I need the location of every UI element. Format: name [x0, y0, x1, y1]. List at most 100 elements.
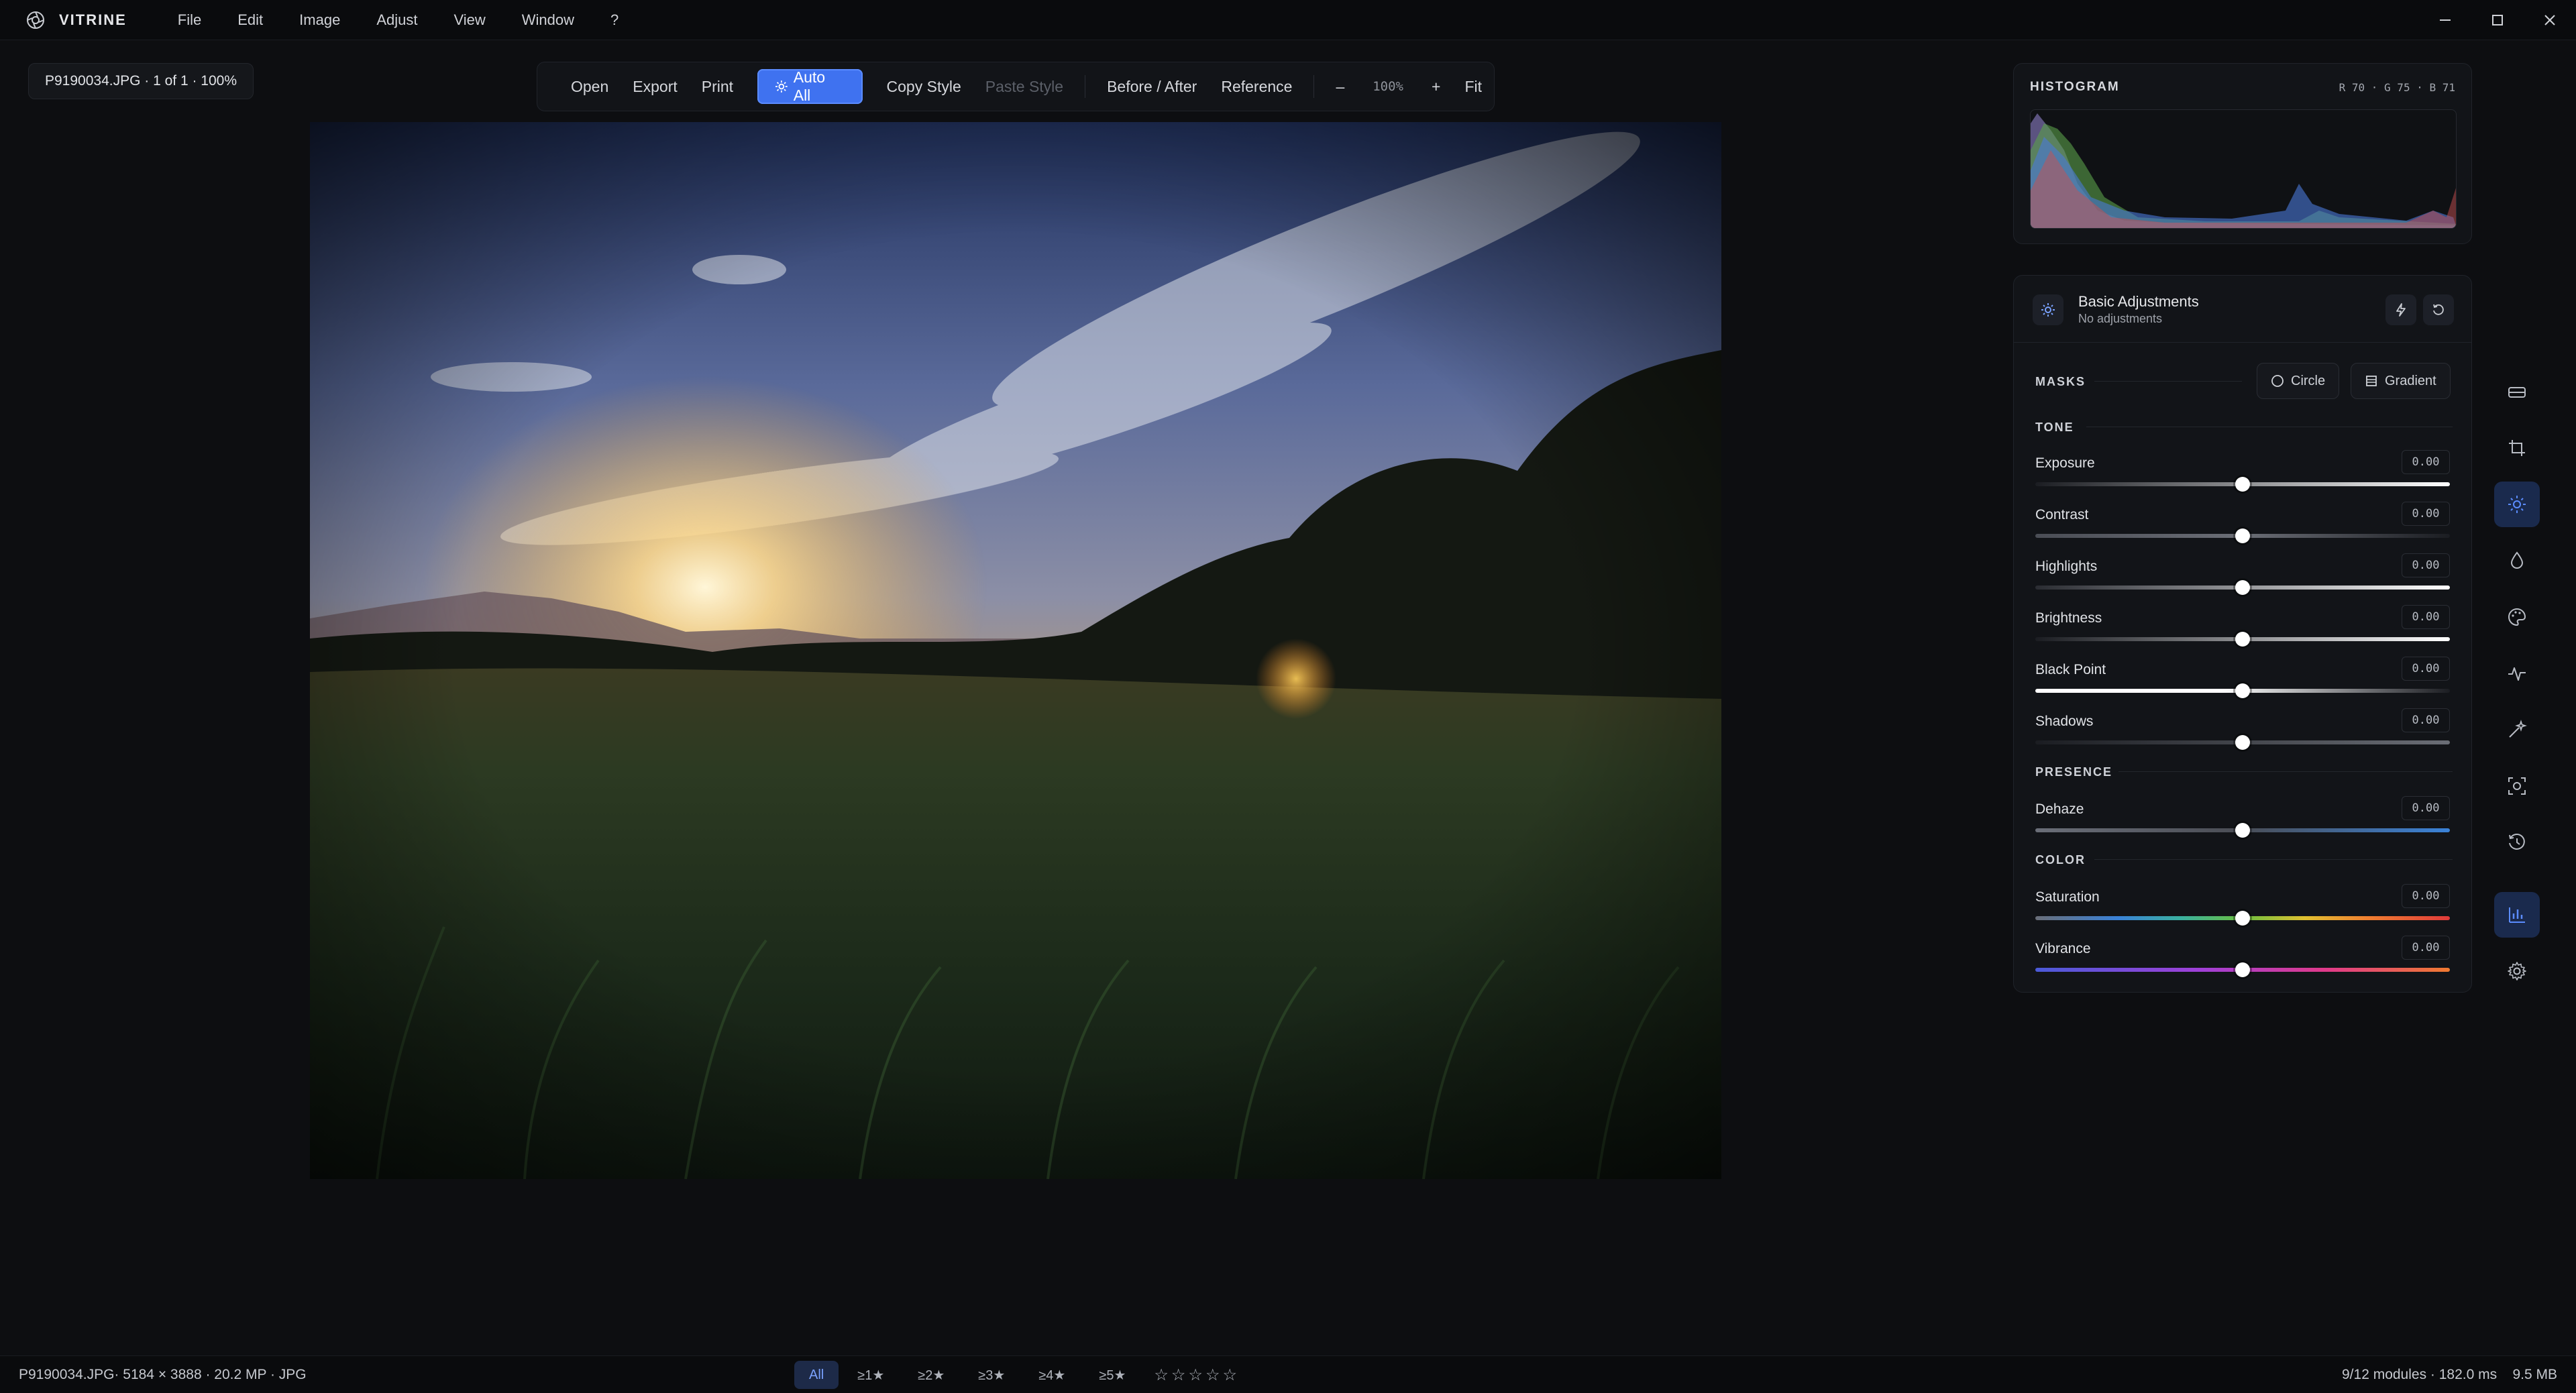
highlights-label: Highlights: [2035, 559, 2098, 574]
rail-history-button[interactable]: [2494, 820, 2540, 865]
filter-4-star[interactable]: ≥4★: [1024, 1361, 1080, 1389]
adjustments-subtitle: No adjustments: [2078, 312, 2163, 325]
exposure-value[interactable]: 0.00: [2402, 450, 2450, 474]
filter-3-star[interactable]: ≥3★: [963, 1361, 1020, 1389]
histogram-chart: [2031, 113, 2456, 228]
adjustments-header-icon: [2033, 294, 2063, 325]
exposure-thumb[interactable]: [2235, 477, 2250, 492]
photo-canvas[interactable]: [310, 122, 1721, 1179]
rail-histogram-button[interactable]: [2494, 892, 2540, 938]
shadows-thumb[interactable]: [2235, 735, 2250, 750]
rail-color-drop-button[interactable]: [2494, 538, 2540, 583]
zoom-out-button[interactable]: –: [1324, 78, 1356, 96]
black-point-thumb[interactable]: [2235, 683, 2250, 698]
masks-label: MASKS: [2035, 375, 2086, 388]
dehaze-thumb[interactable]: [2235, 823, 2250, 838]
mask-gradient-label: Gradient: [2385, 373, 2436, 388]
filter-all[interactable]: All: [794, 1361, 839, 1389]
rail-curves-button[interactable]: [2494, 651, 2540, 696]
menu-image[interactable]: Image: [299, 11, 340, 29]
slider-brightness: Brightness 0.00: [2035, 605, 2450, 663]
filter-1-star[interactable]: ≥1★: [843, 1361, 899, 1389]
circle-icon: [2271, 375, 2284, 387]
menu-file[interactable]: File: [178, 11, 201, 29]
contrast-thumb[interactable]: [2235, 528, 2250, 543]
menu-view[interactable]: View: [453, 11, 485, 29]
highlights-thumb[interactable]: [2235, 580, 2250, 595]
filter-5-star[interactable]: ≥5★: [1084, 1361, 1140, 1389]
close-button[interactable]: [2524, 0, 2576, 40]
menu-edit[interactable]: Edit: [237, 11, 263, 29]
rail-effects-button[interactable]: [2494, 707, 2540, 753]
shadows-value[interactable]: 0.00: [2402, 708, 2450, 732]
minimize-button[interactable]: [2419, 0, 2471, 40]
window-controls: [2419, 0, 2576, 40]
copy-style-button[interactable]: Copy Style: [875, 78, 973, 96]
mask-gradient-button[interactable]: Gradient: [2351, 363, 2451, 399]
contrast-value[interactable]: 0.00: [2402, 502, 2450, 526]
zoom-in-button[interactable]: +: [1419, 78, 1452, 96]
masks-divider: [2094, 381, 2242, 382]
black-point-value[interactable]: 0.00: [2402, 657, 2450, 681]
fit-button[interactable]: Fit: [1452, 78, 1494, 96]
rail-library-button[interactable]: [2494, 369, 2540, 414]
paste-style-button[interactable]: Paste Style: [973, 78, 1075, 96]
mask-circle-button[interactable]: Circle: [2257, 363, 2340, 399]
minimize-icon: [2440, 19, 2451, 21]
slider-black-point: Black Point 0.00: [2035, 657, 2450, 714]
saturation-thumb[interactable]: [2235, 911, 2250, 926]
rail-focus-button[interactable]: [2494, 763, 2540, 809]
section-presence: PRESENCE: [2035, 765, 2113, 779]
mask-circle-label: Circle: [2291, 373, 2326, 388]
filter-2-star[interactable]: ≥2★: [903, 1361, 959, 1389]
star-icon[interactable]: ☆: [1188, 1366, 1203, 1385]
highlights-value[interactable]: 0.00: [2402, 553, 2450, 577]
landscape-photo: [310, 122, 1721, 1179]
before-after-button[interactable]: Before / After: [1095, 78, 1209, 96]
presence-divider: [2118, 771, 2453, 772]
open-button[interactable]: Open: [559, 78, 621, 96]
rail-adjust-button[interactable]: [2494, 482, 2540, 527]
star-icon[interactable]: ☆: [1222, 1366, 1237, 1385]
brightness-thumb[interactable]: [2235, 632, 2250, 647]
auto-adjust-button[interactable]: [2385, 294, 2416, 325]
star-icon[interactable]: ☆: [1154, 1366, 1169, 1385]
menu-window[interactable]: Window: [522, 11, 574, 29]
dehaze-value[interactable]: 0.00: [2402, 796, 2450, 820]
vibrance-value[interactable]: 0.00: [2402, 936, 2450, 960]
brightness-value[interactable]: 0.00: [2402, 605, 2450, 629]
print-button[interactable]: Print: [690, 78, 745, 96]
star-rating: ☆ ☆ ☆ ☆ ☆: [1154, 1366, 1240, 1385]
export-button[interactable]: Export: [621, 78, 689, 96]
menu-adjust[interactable]: Adjust: [376, 11, 417, 29]
title-bar: VITRINE File Edit Image Adjust View Wind…: [0, 0, 2576, 40]
vibrance-thumb[interactable]: [2235, 962, 2250, 977]
histogram-graph: [2030, 109, 2457, 229]
brightness-label: Brightness: [2035, 610, 2102, 626]
histogram-panel: HISTOGRAM R 70 · G 75 · B 71: [2013, 63, 2472, 244]
crop-icon: [2509, 440, 2525, 456]
app-name: VITRINE: [59, 11, 127, 28]
rail-crop-button[interactable]: [2494, 425, 2540, 471]
auto-all-button[interactable]: Auto All: [757, 68, 863, 104]
slider-dehaze: Dehaze 0.00: [2035, 796, 2450, 854]
toolbar-divider: [1313, 75, 1315, 98]
saturation-value[interactable]: 0.00: [2402, 884, 2450, 908]
rail-settings-button[interactable]: [2494, 948, 2540, 994]
star-icon[interactable]: ☆: [1205, 1366, 1220, 1385]
drive-icon: [2508, 387, 2526, 398]
sparkle-icon: [775, 80, 788, 93]
reference-button[interactable]: Reference: [1209, 78, 1304, 96]
dehaze-label: Dehaze: [2035, 801, 2084, 817]
saturation-label: Saturation: [2035, 889, 2100, 905]
slider-vibrance: Vibrance 0.00: [2035, 936, 2450, 993]
reset-adjustments-button[interactable]: [2423, 294, 2454, 325]
star-icon[interactable]: ☆: [1171, 1366, 1186, 1385]
maximize-button[interactable]: [2471, 0, 2524, 40]
file-info-badge: P9190034.JPG · 1 of 1 · 100%: [28, 63, 254, 99]
render-stats: 9/12 modules · 182.0 ms 9.5 MB: [2342, 1367, 2557, 1382]
histogram-rgb-readout: R 70 · G 75 · B 71: [2339, 81, 2455, 94]
slider-exposure: Exposure 0.00: [2035, 450, 2450, 508]
menu-help[interactable]: ?: [610, 11, 619, 29]
rail-palette-button[interactable]: [2494, 594, 2540, 640]
